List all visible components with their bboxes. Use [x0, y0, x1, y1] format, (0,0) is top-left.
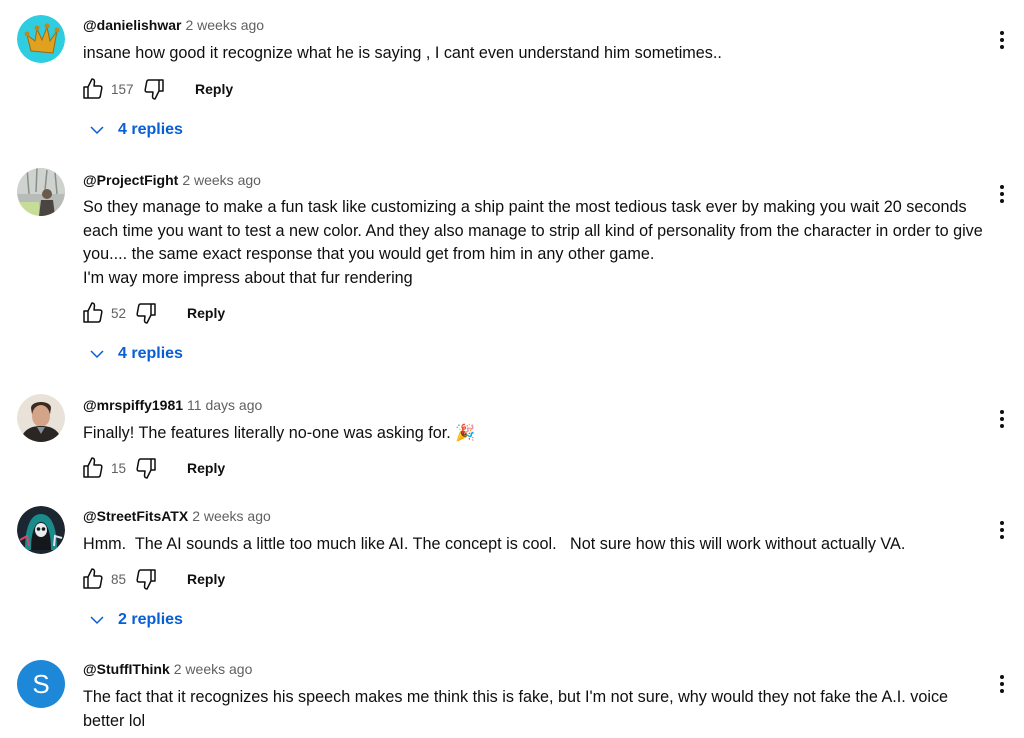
avatar-letter: S [32, 668, 50, 699]
thumbs-up-icon [83, 568, 103, 589]
comment-actions: 157 Reply [80, 76, 233, 102]
crown-avatar-icon [17, 15, 65, 63]
author-name[interactable]: @StreetFitsATX [83, 508, 188, 524]
chevron-down-icon [90, 350, 104, 359]
more-vert-icon [1000, 521, 1004, 539]
like-count: 85 [111, 571, 127, 587]
view-replies-button[interactable]: 4 replies [88, 118, 183, 142]
author-name[interactable]: @StuffIThink [83, 661, 170, 677]
thumbs-down-icon [136, 569, 156, 590]
like-count: 15 [111, 460, 127, 476]
replies-count: 4 replies [118, 121, 183, 138]
reply-button[interactable]: Reply [187, 571, 225, 587]
reply-button[interactable]: Reply [187, 305, 225, 321]
thumbs-up-icon [83, 457, 103, 478]
skull-hood-avatar-icon [17, 506, 65, 554]
like-button[interactable] [80, 76, 106, 102]
like-button[interactable] [80, 455, 106, 481]
dislike-button[interactable] [133, 566, 159, 592]
avatar[interactable]: S [17, 660, 65, 708]
avatar[interactable] [17, 168, 65, 216]
comment-text: Finally! The features literally no-one w… [83, 424, 476, 442]
like-count: 52 [111, 305, 127, 321]
more-vert-icon [1000, 31, 1004, 49]
comment-text: The fact that it recognizes his speech m… [83, 688, 953, 730]
comment-time[interactable]: 2 weeks ago [182, 172, 261, 188]
comment-header: @ProjectFight 2 weeks ago [83, 171, 261, 189]
like-button[interactable] [80, 300, 106, 326]
view-replies-button[interactable]: 4 replies [88, 342, 183, 366]
comment-time[interactable]: 2 weeks ago [185, 17, 264, 33]
avatar[interactable] [17, 506, 65, 554]
comment-text: Hmm. The AI sounds a little too much lik… [83, 535, 906, 553]
replies-count: 2 replies [118, 611, 183, 628]
comment-text: insane how good it recognize what he is … [83, 44, 722, 62]
comment-menu-button[interactable] [992, 28, 1012, 52]
author-name[interactable]: @mrspiffy1981 [83, 397, 183, 413]
comment-menu-button[interactable] [992, 407, 1012, 431]
replies-count: 4 replies [118, 345, 183, 362]
dislike-button[interactable] [141, 76, 167, 102]
comment-actions: 85 Reply [80, 566, 225, 592]
more-vert-icon [1000, 185, 1004, 203]
comment-actions: 15 Reply [80, 455, 225, 481]
comment-header: @danielishwar 2 weeks ago [83, 16, 264, 34]
thumbs-down-icon [136, 303, 156, 324]
like-count: 157 [111, 81, 134, 97]
comment-menu-button[interactable] [992, 518, 1012, 542]
more-vert-icon [1000, 410, 1004, 428]
dislike-button[interactable] [133, 455, 159, 481]
thumbs-up-icon [83, 78, 103, 99]
author-name[interactable]: @ProjectFight [83, 172, 178, 188]
comment-header: @mrspiffy1981 11 days ago [83, 396, 262, 414]
author-name[interactable]: @danielishwar [83, 17, 181, 33]
thumbs-down-icon [136, 458, 156, 479]
avatar[interactable] [17, 394, 65, 442]
view-replies-button[interactable]: 2 replies [88, 608, 183, 632]
comment-time[interactable]: 11 days ago [187, 397, 262, 413]
reply-button[interactable]: Reply [187, 460, 225, 476]
like-button[interactable] [80, 566, 106, 592]
avatar[interactable] [17, 15, 65, 63]
comment-header: @StuffIThink 2 weeks ago [83, 660, 252, 678]
comment-menu-button[interactable] [992, 182, 1012, 206]
dislike-button[interactable] [133, 300, 159, 326]
comment-time[interactable]: 2 weeks ago [174, 661, 253, 677]
photo-avatar-outdoor-icon [17, 168, 65, 216]
more-vert-icon [1000, 675, 1004, 693]
thumbs-down-icon [144, 79, 164, 100]
reply-button[interactable]: Reply [195, 81, 233, 97]
comment-text: So they manage to make a fun task like c… [83, 198, 983, 287]
thumbs-up-icon [83, 302, 103, 323]
comment-header: @StreetFitsATX 2 weeks ago [83, 507, 271, 525]
comment-menu-button[interactable] [992, 672, 1012, 696]
comment-actions: 52 Reply [80, 300, 225, 326]
photo-avatar-man-icon [17, 394, 65, 442]
chevron-down-icon [90, 616, 104, 625]
comment-time[interactable]: 2 weeks ago [192, 508, 271, 524]
chevron-down-icon [90, 126, 104, 135]
